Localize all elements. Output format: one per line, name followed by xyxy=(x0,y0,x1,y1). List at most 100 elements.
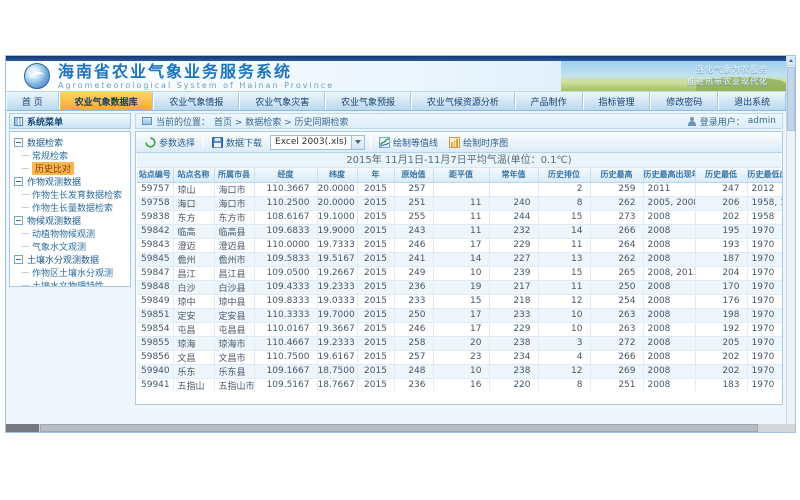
table-cell: 琼山 xyxy=(173,182,214,196)
save-icon xyxy=(212,137,223,148)
tree-group-label[interactable]: 土壤水分观测数据 xyxy=(27,253,99,266)
collapse-icon[interactable] xyxy=(14,255,23,264)
tree-connector xyxy=(22,168,29,169)
nav-tab[interactable]: 修改密码 xyxy=(650,92,718,110)
tree-group[interactable]: 土壤水分观测数据 xyxy=(12,253,128,266)
nav-tabs: 首 页农业气象数据库农业气象情报农业气象灾害农业气象预报农业气候资源分析产品制作… xyxy=(6,92,786,111)
table-cell: 1970 xyxy=(747,308,782,322)
table-row[interactable]: 59842临高临高县109.683319.9000201524311232142… xyxy=(137,224,782,238)
breadcrumb[interactable]: 首页 > 数据检索 > 历史同期检索 xyxy=(214,115,349,128)
tree-group[interactable]: 物候观测数据 xyxy=(12,214,128,227)
page-title: 海南省农业气象业务服务系统 xyxy=(58,62,334,81)
table-cell: 250 xyxy=(590,280,643,294)
nav-tab[interactable]: 退出系统 xyxy=(718,92,786,110)
nav-tab[interactable]: 农业气象数据库 xyxy=(59,92,154,110)
tree-group-label[interactable]: 物候观测数据 xyxy=(27,214,81,227)
user-icon xyxy=(688,117,697,126)
tree-group[interactable]: 数据检索 xyxy=(12,136,128,149)
table-cell: 229 xyxy=(489,322,538,336)
tree-item-label[interactable]: 动植物物候观测 xyxy=(32,227,95,240)
table-cell: 1970 xyxy=(747,294,782,308)
table-row[interactable]: 59757琼山海口市110.366720.0000201525722592011… xyxy=(137,182,782,196)
table-row[interactable]: 59855琼海琼海市110.466719.2333201525820238327… xyxy=(137,336,782,350)
nav-tab[interactable]: 农业气象情报 xyxy=(153,92,239,110)
tree-item[interactable]: 气象水文观测 xyxy=(22,240,128,253)
draw-timeseries-button[interactable]: 绘制时序图 xyxy=(446,135,511,150)
table-row[interactable]: 59838东方东方市108.616719.1000201525511244152… xyxy=(137,210,782,224)
tree-item[interactable]: 历史比对 xyxy=(22,162,128,175)
column-header: 历史排位 xyxy=(538,168,590,182)
nav-tab[interactable]: 农业气象预报 xyxy=(325,92,411,110)
tree-item-label[interactable]: 土壤水文物理特性 xyxy=(32,279,104,287)
scroll-left-button[interactable] xyxy=(6,424,39,432)
tree-group-label[interactable]: 作物观测数据 xyxy=(27,175,81,188)
table-row[interactable]: 59854屯昌屯昌县110.016719.3667201524617229102… xyxy=(137,322,782,336)
nav-tab[interactable]: 指标管理 xyxy=(583,92,651,110)
table-cell: 1970 xyxy=(747,336,782,350)
scroll-up-icon[interactable] xyxy=(787,56,795,66)
tree-item[interactable]: 作物区土壤水分观测 xyxy=(22,266,128,279)
draw-contour-button[interactable]: 绘制等值线 xyxy=(376,135,441,150)
table-cell: 16 xyxy=(433,378,489,391)
tree-item-label[interactable]: 作物生长量数据检索 xyxy=(32,201,113,214)
data-download-button[interactable]: 数据下载 xyxy=(209,135,265,150)
table-cell: 19.2667 xyxy=(317,266,357,280)
horizontal-scrollbar[interactable] xyxy=(6,424,795,432)
collapse-icon[interactable] xyxy=(14,216,23,225)
export-format-select[interactable]: Excel 2003(.xls) xyxy=(270,135,365,150)
tree-item-label[interactable]: 历史比对 xyxy=(32,162,74,175)
tree-item[interactable]: 动植物物候观测 xyxy=(22,227,128,240)
chevron-down-icon[interactable] xyxy=(351,136,364,149)
data-table-container[interactable]: 2015年 11月1日-11月7日平均气温(单位：0.1℃) 站点编号站点名称所… xyxy=(136,153,782,391)
tree-item[interactable]: 作物生长量数据检索 xyxy=(22,201,128,214)
table-row[interactable]: 59940乐东乐东县109.166718.7500201524810238122… xyxy=(137,364,782,378)
sidebar: 系统菜单 数据检索常规检索历史比对作物观测数据作物生长发育数据检索作物生长量数据… xyxy=(9,113,131,424)
vertical-scrollbar-thumb[interactable] xyxy=(787,67,795,131)
table-row[interactable]: 59758海口海口市110.250020.0000201525111240826… xyxy=(137,196,782,210)
tree-group[interactable]: 作物观测数据 xyxy=(12,175,128,188)
nav-tab[interactable]: 首 页 xyxy=(6,92,59,110)
table-row[interactable]: 59849琼中琼中县109.833319.0333201523315218122… xyxy=(137,294,782,308)
tree-item[interactable]: 土壤水文物理特性 xyxy=(22,279,128,287)
tree-item[interactable]: 作物生长发育数据检索 xyxy=(22,188,128,201)
tree-item-label[interactable]: 气象水文观测 xyxy=(32,240,86,253)
table-cell: 109.5167 xyxy=(254,378,317,391)
table-cell: 187 xyxy=(695,252,747,266)
sidebar-header-label: 系统菜单 xyxy=(27,115,63,128)
table-cell: 1970 xyxy=(747,364,782,378)
collapse-icon[interactable] xyxy=(14,177,23,186)
tree-connector xyxy=(22,285,29,286)
tree-item-label[interactable]: 作物生长发育数据检索 xyxy=(32,188,122,201)
table-row[interactable]: 59845儋州儋州市109.583319.5167201524114227132… xyxy=(137,252,782,266)
table-cell: 2 xyxy=(538,182,590,196)
table-cell: 东方 xyxy=(173,210,214,224)
table-row[interactable]: 59856文昌文昌市110.750019.6167201525723234426… xyxy=(137,350,782,364)
vertical-scrollbar[interactable] xyxy=(786,56,795,424)
horizontal-scrollbar-thumb[interactable] xyxy=(40,424,758,432)
param-select-button[interactable]: 参数选择 xyxy=(142,135,198,150)
nav-tab[interactable]: 农业气象灾害 xyxy=(239,92,325,110)
table-cell: 11 xyxy=(433,196,489,210)
tree-item-label[interactable]: 常规检索 xyxy=(32,149,68,162)
table-row[interactable]: 59851定安定安县110.333319.7000201525017233102… xyxy=(137,308,782,322)
table-cell: 2015 xyxy=(357,280,394,294)
table-cell: 110.3667 xyxy=(254,182,317,196)
nav-tab[interactable]: 产品制作 xyxy=(515,92,583,110)
table-cell: 定安 xyxy=(173,308,214,322)
table-cell: 11 xyxy=(538,238,590,252)
tree-group-label[interactable]: 数据检索 xyxy=(27,136,63,149)
table-cell: 琼海 xyxy=(173,336,214,350)
table-cell: 2008 xyxy=(643,280,695,294)
collapse-icon[interactable] xyxy=(14,138,23,147)
table-row[interactable]: 59843澄迈澄迈县110.000019.7333201524617229112… xyxy=(137,238,782,252)
table-cell: 2015 xyxy=(357,378,394,391)
table-cell: 110.3333 xyxy=(254,308,317,322)
tree-item[interactable]: 常规检索 xyxy=(22,149,128,162)
table-cell: 白沙县 xyxy=(214,280,254,294)
tree-item-label[interactable]: 作物区土壤水分观测 xyxy=(32,266,113,279)
table-row[interactable]: 59847昌江昌江县109.050019.2667201524910239152… xyxy=(137,266,782,280)
table-cell: 海口市 xyxy=(214,182,254,196)
table-row[interactable]: 59941五指山五指山市109.516718.76672015236162208… xyxy=(137,378,782,391)
table-row[interactable]: 59848白沙白沙县109.433319.2333201523619217112… xyxy=(137,280,782,294)
nav-tab[interactable]: 农业气候资源分析 xyxy=(411,92,515,110)
